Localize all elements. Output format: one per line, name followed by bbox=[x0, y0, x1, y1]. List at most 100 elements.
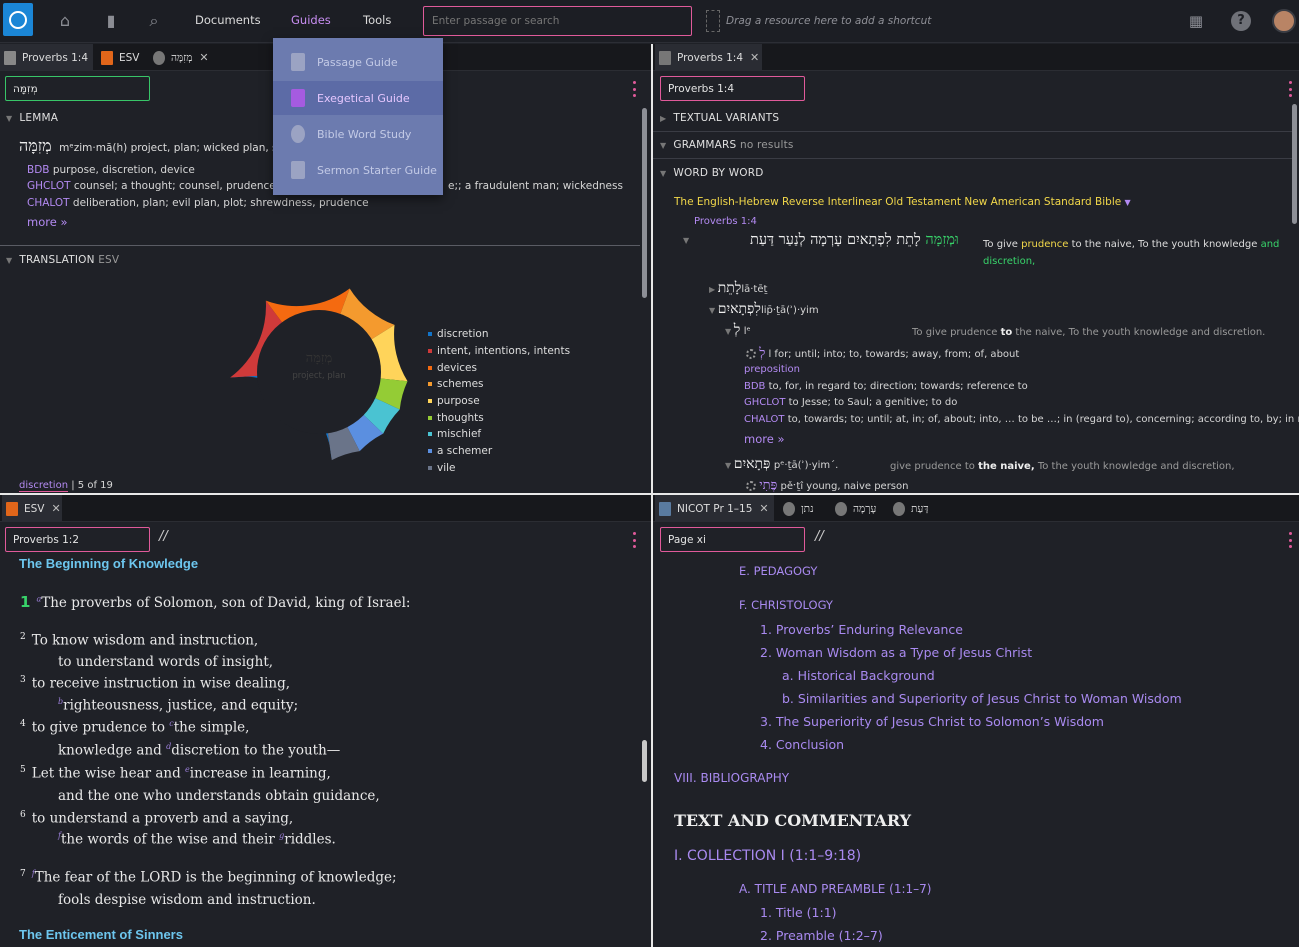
parallel-link-icon[interactable]: // bbox=[815, 529, 824, 544]
footnote-marker[interactable]: f bbox=[32, 869, 35, 878]
passage-input[interactable] bbox=[660, 76, 805, 101]
toc-link[interactable]: VIII. BIBLIOGRAPHY bbox=[674, 771, 789, 785]
close-icon[interactable]: ✕ bbox=[750, 51, 759, 64]
tab-esv-bible[interactable]: ESV ✕ bbox=[2, 495, 62, 522]
panel-menu-icon[interactable] bbox=[1289, 532, 1293, 548]
chalot-link[interactable]: CHALOT bbox=[27, 197, 70, 209]
legend-item[interactable]: devices bbox=[428, 359, 570, 376]
part-of-speech[interactable]: preposition bbox=[744, 364, 800, 375]
translation-section-header[interactable]: ▼ TRANSLATION ESV bbox=[6, 254, 119, 266]
shortcut-bar[interactable]: Drag a resource here to add a shortcut bbox=[706, 10, 931, 32]
legend-item[interactable]: vile bbox=[428, 460, 570, 477]
tab-word-study[interactable]: מְזִמָּה ✕ bbox=[149, 44, 215, 71]
close-icon[interactable]: ✕ bbox=[199, 51, 208, 64]
help-icon[interactable]: ? bbox=[1231, 11, 1251, 31]
legend-item[interactable]: discretion bbox=[428, 326, 570, 343]
menu-item-bible-word-study[interactable]: Bible Word Study bbox=[273, 117, 443, 151]
menu-tools[interactable]: Tools bbox=[363, 13, 391, 27]
textual-variants-header[interactable]: ▶ TEXTUAL VARIANTS bbox=[660, 112, 779, 124]
close-icon[interactable]: ✕ bbox=[51, 502, 60, 515]
bdb-link[interactable]: BDB bbox=[27, 164, 50, 176]
legend-item[interactable]: thoughts bbox=[428, 409, 570, 426]
menu-documents[interactable]: Documents bbox=[195, 13, 261, 27]
word-by-word-header[interactable]: ▼ WORD BY WORD bbox=[660, 167, 764, 179]
toc-link[interactable]: 1. Title (1:1) bbox=[760, 905, 837, 920]
panel-menu-icon[interactable] bbox=[633, 81, 637, 97]
toc-link[interactable]: b. Similarities and Superiority of Jesus… bbox=[782, 691, 1182, 706]
footnote-marker[interactable]: b bbox=[58, 697, 63, 706]
panel-menu-icon[interactable] bbox=[633, 532, 637, 548]
toc-link[interactable]: F. CHRISTOLOGY bbox=[739, 598, 833, 612]
tab-proverbs-guide[interactable]: Proverbs 1:4 bbox=[0, 44, 93, 71]
ghclot-link[interactable]: GHCLOT bbox=[27, 180, 71, 192]
menu-item-exegetical-guide[interactable]: Exegetical Guide bbox=[273, 81, 443, 115]
verse-number[interactable]: 2 bbox=[20, 632, 26, 642]
legend-item[interactable]: purpose bbox=[428, 393, 570, 410]
tab-esv[interactable]: ESV bbox=[97, 44, 145, 71]
verse-collapse-icon[interactable]: ▼ bbox=[683, 236, 689, 245]
library-icon[interactable]: ▮ bbox=[101, 11, 121, 31]
scrollbar[interactable] bbox=[642, 108, 647, 298]
verse-number[interactable]: 7 bbox=[20, 869, 26, 879]
toc-link[interactable]: 3. The Superiority of Jesus Christ to So… bbox=[760, 714, 1104, 729]
word-row-4[interactable]: ▼ פְּתָאיִם pᵉ·ṯā(ʾ)·yim´. bbox=[725, 456, 838, 473]
verse-number[interactable]: 4 bbox=[20, 719, 26, 729]
lamed-more-link[interactable]: more » bbox=[744, 432, 784, 446]
footnote-marker[interactable]: d bbox=[166, 742, 171, 751]
menu-item-passage-guide[interactable]: Passage Guide bbox=[273, 45, 443, 79]
tab-ormah[interactable]: עָרְמָה bbox=[831, 495, 885, 522]
tab-daat[interactable]: דַּעַת bbox=[889, 495, 935, 522]
verse-number[interactable]: 3 bbox=[20, 675, 26, 685]
footnote-marker[interactable]: a bbox=[36, 595, 41, 604]
tab-proverbs-passage[interactable]: Proverbs 1:4 ✕ bbox=[655, 44, 762, 71]
word-row-3[interactable]: ▼ לְ lᵉ bbox=[725, 322, 751, 339]
lemma-section-header[interactable]: ▼ LEMMA bbox=[6, 112, 58, 124]
audio-icon[interactable] bbox=[746, 349, 756, 359]
toc-link[interactable]: 2. Woman Wisdom as a Type of Jesus Chris… bbox=[760, 645, 1032, 660]
toc-link[interactable]: A. TITLE AND PREAMBLE (1:1–7) bbox=[739, 882, 932, 896]
search-input[interactable] bbox=[423, 6, 692, 36]
layouts-icon[interactable]: ▦ bbox=[1186, 11, 1206, 31]
lemma-more-link[interactable]: more » bbox=[27, 215, 67, 229]
scrollbar[interactable] bbox=[642, 740, 647, 782]
footnote-marker[interactable]: e bbox=[185, 765, 190, 774]
interlinear-ref-link[interactable]: Proverbs 1:4 bbox=[694, 216, 757, 227]
legend-item[interactable]: mischief bbox=[428, 426, 570, 443]
menu-item-sermon-starter[interactable]: Sermon Starter Guide bbox=[273, 153, 443, 187]
verse-number[interactable]: 6 bbox=[20, 810, 26, 820]
toc-link[interactable]: I. COLLECTION I (1:1–9:18) bbox=[674, 848, 861, 864]
verse-number[interactable]: 1 bbox=[20, 593, 30, 611]
menu-guides[interactable]: Guides bbox=[291, 13, 331, 27]
word-row-2[interactable]: ▼ לִפְתָאיִםlip̄·ṯā(ʾ)·yim bbox=[709, 301, 819, 318]
logos-home-button[interactable] bbox=[3, 3, 33, 36]
footnote-marker[interactable]: c bbox=[169, 719, 173, 728]
legend-item[interactable]: a schemer bbox=[428, 443, 570, 460]
toc-link[interactable]: 2. Preamble (1:2–7) bbox=[760, 928, 883, 943]
legend-item[interactable]: schemes bbox=[428, 376, 570, 393]
footnote-marker[interactable]: f bbox=[58, 831, 61, 840]
parallel-link-icon[interactable]: // bbox=[159, 529, 168, 544]
scrollbar[interactable] bbox=[1292, 104, 1297, 224]
grammars-header[interactable]: ▼ GRAMMARS no results bbox=[660, 139, 794, 151]
page-input[interactable] bbox=[660, 527, 805, 552]
reference-input[interactable] bbox=[5, 527, 150, 552]
toc-link[interactable]: 4. Conclusion bbox=[760, 737, 844, 752]
footnote-marker[interactable]: g bbox=[279, 831, 284, 840]
footer-word-link[interactable]: discretion bbox=[19, 480, 69, 492]
user-avatar[interactable] bbox=[1272, 9, 1296, 33]
interlinear-resource-title[interactable]: The English-Hebrew Reverse Interlinear O… bbox=[674, 196, 1131, 208]
legend-item[interactable]: intent, intentions, intents bbox=[428, 343, 570, 360]
tab-nicot[interactable]: NICOT Pr 1–15 ✕ bbox=[655, 495, 774, 522]
panel-menu-icon[interactable] bbox=[1289, 81, 1293, 97]
word-row-1[interactable]: ▶ לָתֵתlā·tēṯ bbox=[709, 280, 767, 297]
tab-natan[interactable]: נתן bbox=[779, 495, 827, 522]
verse-number[interactable]: 5 bbox=[20, 765, 26, 775]
toc-link[interactable]: a. Historical Background bbox=[782, 668, 935, 683]
home-icon[interactable]: ⌂ bbox=[55, 11, 75, 31]
audio-icon[interactable] bbox=[746, 481, 756, 491]
lemma-input[interactable] bbox=[5, 76, 150, 101]
close-icon[interactable]: ✕ bbox=[759, 502, 768, 515]
toc-link[interactable]: 1. Proverbs’ Enduring Relevance bbox=[760, 622, 963, 637]
toc-link[interactable]: E. PEDAGOGY bbox=[739, 564, 817, 578]
search-icon[interactable]: ⌕ bbox=[144, 11, 164, 31]
